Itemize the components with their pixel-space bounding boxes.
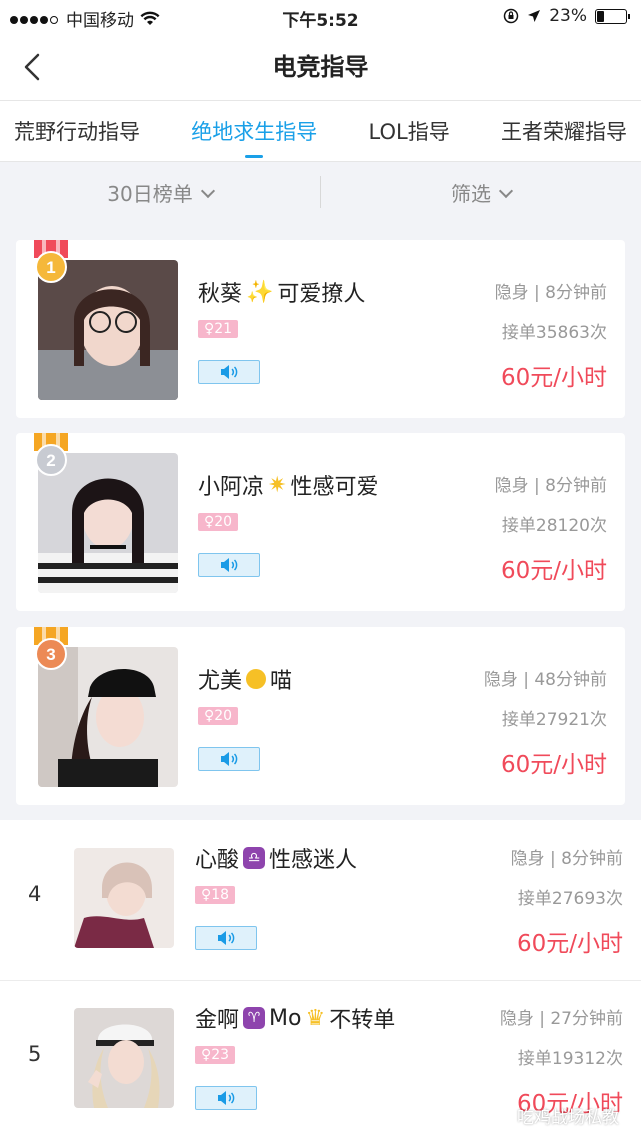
price: 60元/小时 (516, 931, 623, 957)
coach-name: 心酸 (195, 848, 240, 873)
watermark-text: 吃鸡战场私教 (517, 1108, 619, 1128)
avatar[interactable] (74, 1008, 174, 1108)
online-status: 隐身 | 48分钟前 (483, 670, 607, 690)
tab-lol[interactable]: LOL指导 (369, 116, 450, 146)
coach-name-row: 尤美 喵 (198, 663, 292, 695)
rank-number: 4 (28, 882, 42, 906)
status-bar: 中国移动 下午5:52 23% (0, 0, 641, 34)
coach-card[interactable]: 2 小阿凉 ✷ 性感可爱 ♀20 隐身 | 8分钟前 接单28120次 60元/… (16, 433, 625, 611)
order-count: 接单19312次 (517, 1049, 623, 1069)
rank-number: 2 (46, 451, 55, 470)
game-tabs: 荒野行动指导 绝地求生指导 LOL指导 王者荣耀指导 (0, 100, 641, 162)
online-status: 隐身 | 8分钟前 (494, 283, 607, 303)
rank-2-medal-icon: 2 (34, 433, 68, 476)
gender-age-badge: ♀23 (195, 1046, 235, 1064)
battery-percent: 23% (549, 6, 587, 26)
tab-honor-of-kings[interactable]: 王者荣耀指导 (501, 116, 627, 146)
location-icon (528, 10, 541, 22)
coach-list: 4 心酸 ♎ 性感迷人 ♀18 隐身 | 8分钟前 接单27693次 60元/小… (0, 820, 641, 1142)
crown-icon: ♛ (305, 1005, 326, 1031)
libra-icon: ♎ (243, 847, 266, 869)
gender-age-badge: ♀20 (198, 707, 238, 725)
coach-tagline: 可爱撩人 (277, 282, 366, 307)
chevron-down-icon (200, 183, 215, 198)
filter-label: 筛选 (451, 181, 491, 206)
orientation-lock-icon (503, 8, 519, 24)
tab-pubg[interactable]: 绝地求生指导 (191, 116, 317, 158)
rank-1-medal-icon: 1 (34, 240, 68, 283)
speaker-icon (221, 752, 238, 766)
gender-age-badge: ♀20 (198, 513, 238, 531)
order-count: 接单27921次 (501, 710, 607, 730)
voice-play-button[interactable] (195, 926, 257, 950)
filter-bar: 30日榜单 筛选 (0, 162, 641, 222)
coach-tagline: 喵 (270, 669, 293, 694)
rank-3-medal-icon: 3 (34, 627, 68, 670)
rank-number: 1 (46, 258, 55, 277)
tab-wilderness-action[interactable]: 荒野行动指导 (14, 116, 140, 146)
coach-card[interactable]: 3 尤美 喵 ♀20 隐身 | 48分钟前 接单27921次 60元/小时 (16, 627, 625, 805)
voice-play-button[interactable] (195, 1086, 257, 1110)
ranking-dropdown[interactable]: 30日榜单 (0, 178, 320, 207)
list-item[interactable]: 4 心酸 ♎ 性感迷人 ♀18 隐身 | 8分钟前 接单27693次 60元/小… (0, 820, 641, 978)
coach-name-row: 秋葵 ✨ 可爱撩人 (198, 276, 365, 308)
coach-name-row: 小阿凉 ✷ 性感可爱 (198, 469, 378, 501)
aries-icon: ♈ (243, 1007, 266, 1029)
star-icon: ✷ (268, 472, 287, 498)
chevron-down-icon (498, 183, 514, 198)
battery-icon (595, 8, 630, 24)
nav-bar: 电竞指导 (0, 34, 641, 100)
speaker-icon (218, 1091, 235, 1105)
coach-name: 小阿凉 (198, 475, 265, 500)
online-status: 隐身 | 8分钟前 (494, 476, 607, 496)
coach-name: 秋葵 (198, 282, 243, 307)
gender-age-badge: ♀18 (195, 886, 235, 904)
chick-icon (246, 669, 267, 689)
speaker-icon (218, 931, 235, 945)
price: 60元/小时 (500, 365, 607, 391)
coach-name: 金啊 (195, 1008, 240, 1033)
online-status: 隐身 | 8分钟前 (510, 849, 623, 869)
sparkles-icon: ✨ (246, 279, 274, 305)
watermark: 吃鸡战场私教 (489, 1103, 619, 1128)
online-status: 隐身 | 27分钟前 (499, 1009, 623, 1029)
back-chevron-icon[interactable] (20, 52, 46, 82)
ranking-label: 30日榜单 (107, 181, 193, 206)
order-count: 接单35863次 (501, 323, 607, 343)
coach-tagline: 性感迷人 (269, 848, 358, 873)
order-count: 接单28120次 (501, 516, 607, 536)
avatar[interactable] (74, 848, 174, 948)
speaker-icon (221, 365, 238, 379)
gender-age-badge: ♀21 (198, 320, 238, 338)
price: 60元/小时 (500, 558, 607, 584)
voice-play-button[interactable] (198, 747, 260, 771)
order-count: 接单27693次 (517, 889, 623, 909)
coach-name-row: 金啊 ♈ Mo ♛ 不转单 (195, 1002, 395, 1034)
price: 60元/小时 (500, 752, 607, 778)
rank-number: 5 (28, 1042, 42, 1066)
coach-tagline: 性感可爱 (290, 475, 379, 500)
coach-card[interactable]: 1 秋葵 ✨ 可爱撩人 ♀21 隐身 | 8分钟前 接单35863次 60元/小… (16, 240, 625, 418)
voice-play-button[interactable] (198, 553, 260, 577)
voice-play-button[interactable] (198, 360, 260, 384)
coach-tagline: Mo (269, 1005, 302, 1031)
coach-name: 尤美 (198, 669, 243, 694)
coach-tagline-suffix: 不转单 (329, 1008, 396, 1033)
speaker-icon (221, 558, 238, 572)
rank-number: 3 (46, 645, 55, 664)
coach-name-row: 心酸 ♎ 性感迷人 (195, 842, 357, 874)
page-title: 电竞指导 (272, 53, 369, 81)
wechat-icon (489, 1107, 511, 1124)
filter-dropdown[interactable]: 筛选 (321, 178, 641, 207)
